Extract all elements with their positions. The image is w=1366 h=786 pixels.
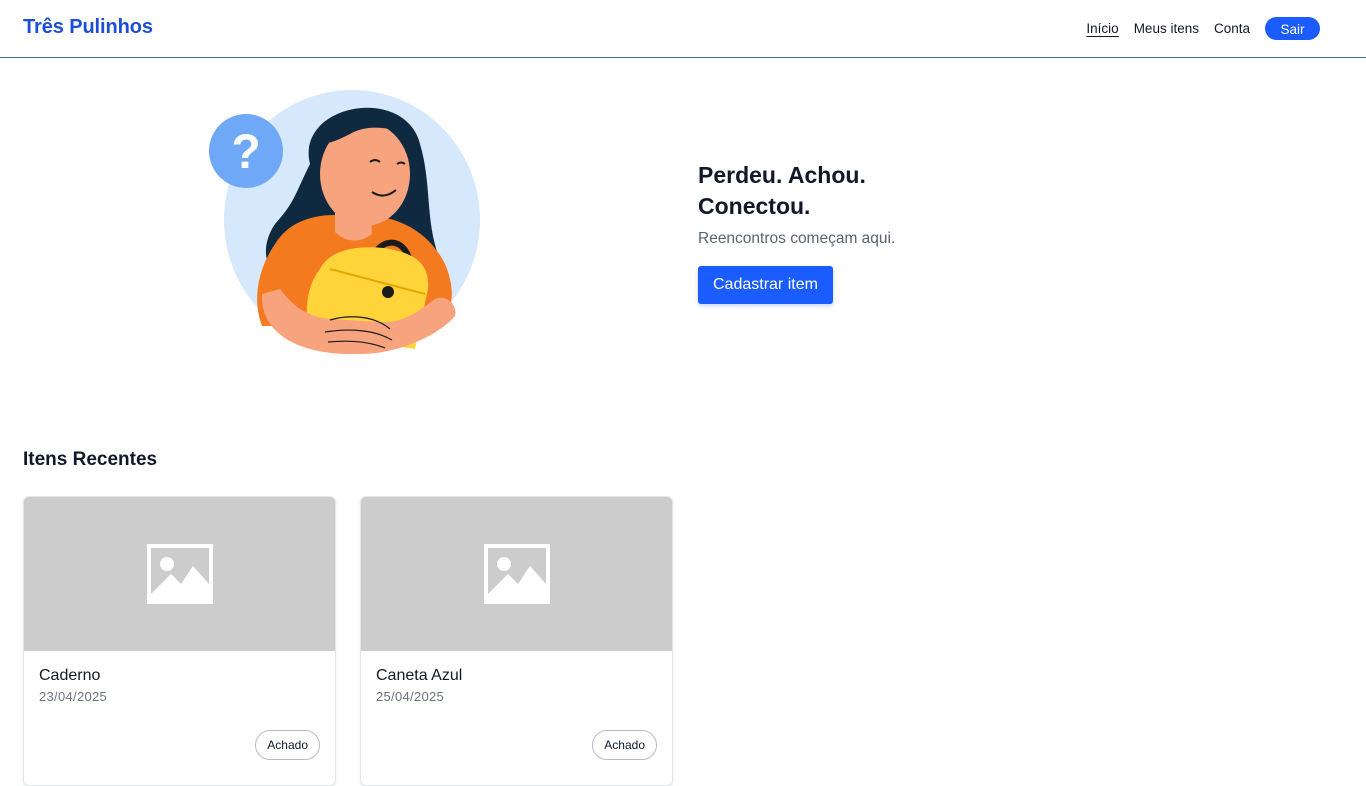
hero-subtitle: Reencontros começam aqui.: [698, 230, 896, 247]
item-image: [361, 497, 672, 651]
logout-button[interactable]: Sair: [1265, 17, 1320, 40]
hero-section: Perdeu. Achou. Conectou. Reencontros com…: [698, 160, 1018, 304]
register-item-button[interactable]: Cadastrar item: [698, 266, 833, 304]
nav-home[interactable]: Início: [1086, 19, 1118, 39]
item-name: Caderno: [39, 667, 101, 684]
nav-account[interactable]: Conta: [1214, 19, 1250, 39]
status-badge: Achado: [255, 730, 320, 760]
hero-illustration: ?: [200, 84, 490, 364]
item-image: [24, 497, 335, 651]
main-nav: Início Meus itens Conta Sair: [1071, 17, 1320, 40]
item-card[interactable]: Caderno 23/04/2025 Achado: [23, 496, 336, 786]
svg-text:?: ?: [231, 126, 260, 179]
brand-logo[interactable]: Três Pulinhos: [23, 16, 153, 39]
item-date: 23/04/2025: [39, 689, 108, 704]
status-badge: Achado: [592, 730, 657, 760]
nav-my-items[interactable]: Meus itens: [1134, 19, 1199, 39]
hero-title: Perdeu. Achou. Conectou.: [698, 162, 866, 219]
recent-items-list: Caderno 23/04/2025 Achado Caneta Azul 25…: [23, 496, 673, 786]
item-name: Caneta Azul: [376, 667, 463, 684]
item-card[interactable]: Caneta Azul 25/04/2025 Achado: [360, 496, 673, 786]
image-placeholder-icon: [146, 544, 213, 604]
recent-items-title: Itens Recentes: [23, 449, 158, 470]
top-navbar: Três Pulinhos Início Meus itens Conta Sa…: [0, 0, 1366, 58]
item-date: 25/04/2025: [376, 689, 445, 704]
image-placeholder-icon: [483, 544, 550, 604]
